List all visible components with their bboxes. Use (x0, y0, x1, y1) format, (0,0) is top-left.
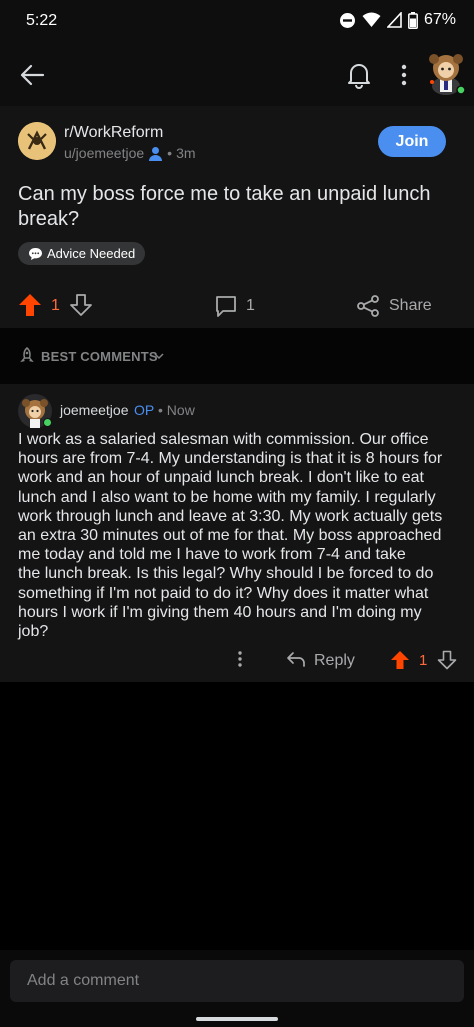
battery-icon (408, 11, 418, 29)
post-age: 3m (176, 145, 196, 161)
meta-separator: • (167, 145, 173, 161)
comment-line: hours I work if I'm giving them 40 hours… (18, 603, 422, 621)
post-author[interactable]: u/joemeetjoe (64, 145, 144, 161)
post-action-bar: 1 1 Share (0, 282, 474, 328)
add-comment-input[interactable] (10, 960, 464, 1002)
sort-label[interactable]: BEST COMMENTS (41, 349, 158, 364)
online-status-dot (43, 418, 52, 427)
post-flair[interactable]: Advice Needed (18, 242, 146, 265)
comment-author[interactable]: joemeetjoe (60, 402, 129, 418)
comment-card: joemeetjoe OP • Now I work as a salaried… (0, 384, 474, 682)
post-title[interactable]: Can my boss force me to take an unpaid l… (18, 182, 458, 232)
post-vote-count: 1 (51, 297, 60, 314)
comment-time: • Now (158, 402, 195, 418)
comment-line: hours are from 7-4. My understanding is … (18, 450, 443, 468)
comment-line: me today and told me I have to work from… (18, 546, 406, 564)
comment-line: the lunch break. Is this legal? Why shou… (18, 565, 434, 583)
flair-label: Advice Needed (47, 246, 136, 261)
post-meta: u/joemeetjoe • 3m (64, 145, 196, 161)
comment-line: work through lunch and leave at 3:30. My… (18, 507, 443, 525)
reply-icon[interactable] (286, 650, 306, 668)
user-avatar[interactable] (426, 48, 466, 96)
comment-vote-count: 1 (419, 652, 428, 669)
comment-body: I work as a salaried salesman with commi… (18, 430, 458, 641)
comment-more-icon[interactable] (232, 649, 248, 669)
comment-icon[interactable] (214, 294, 238, 318)
subreddit-icon[interactable] (18, 122, 56, 160)
comment-downvote-icon[interactable] (437, 650, 457, 670)
home-indicator[interactable] (196, 1017, 278, 1021)
comment-line: I work as a salaried salesman with commi… (18, 431, 429, 448)
wifi-icon (362, 12, 381, 27)
comment-line: an extra 30 minutes out of me for that. … (18, 527, 442, 545)
op-badge: OP (134, 402, 155, 418)
reply-button[interactable]: Reply (314, 652, 355, 670)
rocket-icon (20, 347, 34, 363)
comment-line: job? (18, 623, 49, 641)
more-options-icon[interactable] (394, 62, 414, 88)
do-not-disturb-icon (339, 12, 355, 28)
app-header (0, 44, 474, 106)
cell-signal-icon (386, 12, 402, 28)
downvote-icon[interactable] (69, 293, 93, 317)
upvote-icon[interactable] (18, 293, 42, 317)
bell-icon[interactable] (346, 61, 372, 89)
back-arrow-icon[interactable] (18, 61, 46, 89)
speech-bubble-icon (29, 247, 42, 260)
share-icon[interactable] (356, 294, 380, 318)
user-icon (149, 146, 163, 161)
status-icons: 67% (339, 11, 456, 29)
comment-line: lunch and I also want to be home with my… (18, 488, 436, 506)
comment-line: work and an hour of unpaid lunch break. … (18, 469, 424, 487)
status-time: 5:22 (26, 12, 58, 29)
post-comment-count[interactable]: 1 (246, 297, 255, 315)
comment-input-bar (0, 950, 474, 1027)
status-bar: 5:22 67% (0, 0, 474, 44)
comment-line: something if I'm not paid to do it? Why … (18, 584, 429, 602)
comment-sort-bar[interactable]: BEST COMMENTS (0, 328, 474, 384)
subreddit-name[interactable]: r/WorkReform (64, 124, 163, 142)
share-button[interactable]: Share (389, 297, 432, 315)
join-button[interactable]: Join (378, 126, 446, 157)
chevron-down-icon[interactable] (153, 350, 165, 362)
comment-time-value: Now (166, 402, 195, 418)
battery-percent: 67% (423, 11, 456, 28)
comment-upvote-icon[interactable] (390, 650, 410, 670)
